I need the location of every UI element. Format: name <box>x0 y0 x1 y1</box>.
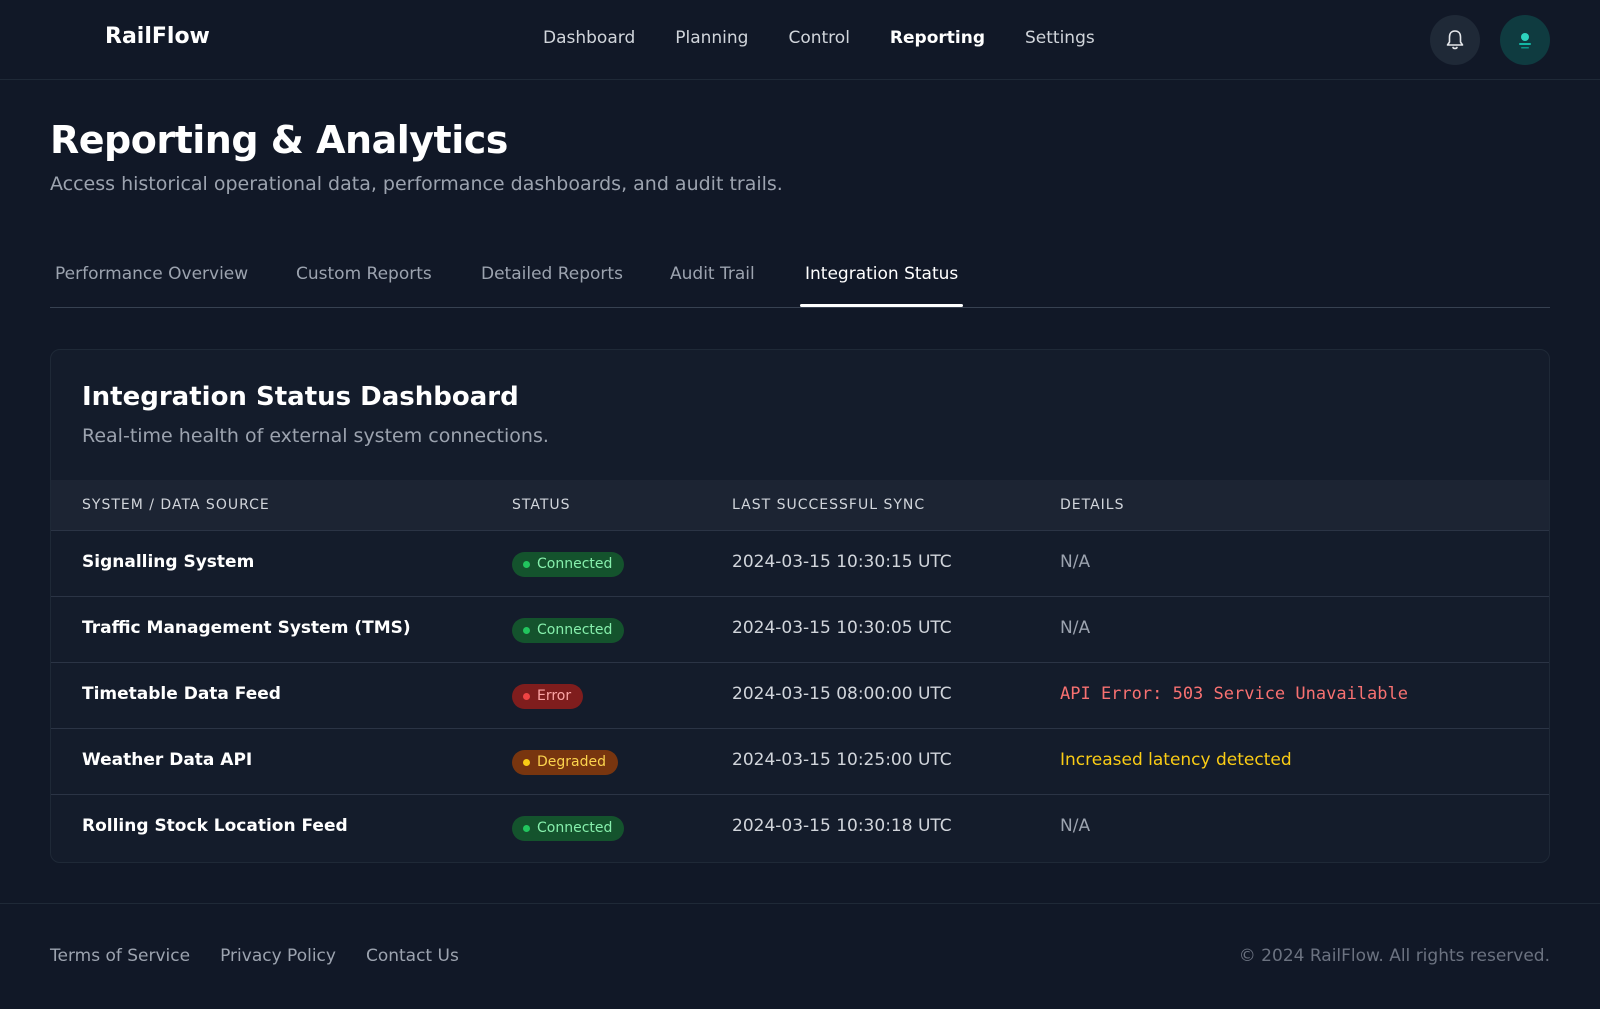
status-dot-icon <box>523 825 530 832</box>
tab-detailed-reports[interactable]: Detailed Reports <box>481 262 623 308</box>
notifications-button[interactable] <box>1430 15 1480 65</box>
details-text: Increased latency detected <box>1060 750 1292 770</box>
details-text: N/A <box>1060 618 1091 638</box>
nav-item-reporting[interactable]: Reporting <box>890 26 985 50</box>
user-avatar[interactable] <box>1500 15 1550 65</box>
report-tabs: Performance Overview Custom Reports Deta… <box>50 250 1550 308</box>
status-badge: Connected <box>512 816 625 841</box>
table-row[interactable]: Rolling Stock Location Feed Connected 20… <box>51 795 1549 861</box>
last-sync-time: 2024-03-15 10:25:00 UTC <box>732 750 952 770</box>
page-title: Reporting & Analytics <box>50 118 508 162</box>
active-tab-indicator <box>800 304 963 307</box>
column-header-details: DETAILS <box>1060 497 1125 513</box>
nav-item-planning[interactable]: Planning <box>675 26 748 50</box>
tab-integration-status[interactable]: Integration Status <box>805 262 958 308</box>
top-navigation-bar: RailFlow Dashboard Planning Control Repo… <box>0 0 1600 80</box>
page-footer: Terms of Service Privacy Policy Contact … <box>0 903 1600 1009</box>
table-row[interactable]: Signalling System Connected 2024-03-15 1… <box>51 531 1549 597</box>
column-header-last-sync: LAST SUCCESSFUL SYNC <box>732 497 926 513</box>
system-name: Timetable Data Feed <box>82 684 281 704</box>
last-sync-time: 2024-03-15 08:00:00 UTC <box>732 684 952 704</box>
status-dot-icon <box>523 561 530 568</box>
system-name: Signalling System <box>82 552 255 572</box>
tab-custom-reports[interactable]: Custom Reports <box>296 262 432 308</box>
status-dot-icon <box>523 693 530 700</box>
table-row[interactable]: Weather Data API Degraded 2024-03-15 10:… <box>51 729 1549 795</box>
footer-link-terms[interactable]: Terms of Service <box>50 946 190 966</box>
table-header: SYSTEM / DATA SOURCE STATUS LAST SUCCESS… <box>51 480 1549 531</box>
card-title: Integration Status Dashboard <box>82 382 519 412</box>
last-sync-time: 2024-03-15 10:30:05 UTC <box>732 618 952 638</box>
tab-audit-trail[interactable]: Audit Trail <box>670 262 755 308</box>
avatar-icon <box>1519 33 1531 49</box>
last-sync-time: 2024-03-15 10:30:15 UTC <box>732 552 952 572</box>
system-name: Rolling Stock Location Feed <box>82 816 348 836</box>
nav-item-dashboard[interactable]: Dashboard <box>543 26 635 50</box>
main-nav: Dashboard Planning Control Reporting Set… <box>543 26 1135 50</box>
nav-item-settings[interactable]: Settings <box>1025 26 1095 50</box>
nav-item-control[interactable]: Control <box>788 26 849 50</box>
table-row[interactable]: Timetable Data Feed Error 2024-03-15 08:… <box>51 663 1549 729</box>
status-dot-icon <box>523 759 530 766</box>
card-subtitle: Real-time health of external system conn… <box>82 425 549 447</box>
page-subtitle: Access historical operational data, perf… <box>50 173 783 195</box>
column-header-status: STATUS <box>512 497 571 513</box>
details-text: API Error: 503 Service Unavailable <box>1060 684 1408 704</box>
tab-performance-overview[interactable]: Performance Overview <box>55 262 248 308</box>
details-text: N/A <box>1060 552 1091 572</box>
footer-link-contact[interactable]: Contact Us <box>366 946 459 966</box>
status-badge: Degraded <box>512 750 619 775</box>
status-badge: Connected <box>512 552 625 577</box>
system-name: Traffic Management System (TMS) <box>82 618 411 638</box>
copyright-text: © 2024 RailFlow. All rights reserved. <box>1238 946 1550 966</box>
details-text: N/A <box>1060 816 1091 836</box>
last-sync-time: 2024-03-15 10:30:18 UTC <box>732 816 952 836</box>
integration-status-card: Integration Status Dashboard Real-time h… <box>50 349 1550 863</box>
app-logo[interactable]: RailFlow <box>105 24 210 49</box>
status-dot-icon <box>523 627 530 634</box>
bell-icon <box>1446 30 1464 50</box>
column-header-system: SYSTEM / DATA SOURCE <box>82 497 270 513</box>
table-row[interactable]: Traffic Management System (TMS) Connecte… <box>51 597 1549 663</box>
status-badge: Error <box>512 684 584 709</box>
status-badge: Connected <box>512 618 625 643</box>
footer-link-privacy[interactable]: Privacy Policy <box>220 946 336 966</box>
footer-links: Terms of Service Privacy Policy Contact … <box>50 946 489 966</box>
system-name: Weather Data API <box>82 750 253 770</box>
